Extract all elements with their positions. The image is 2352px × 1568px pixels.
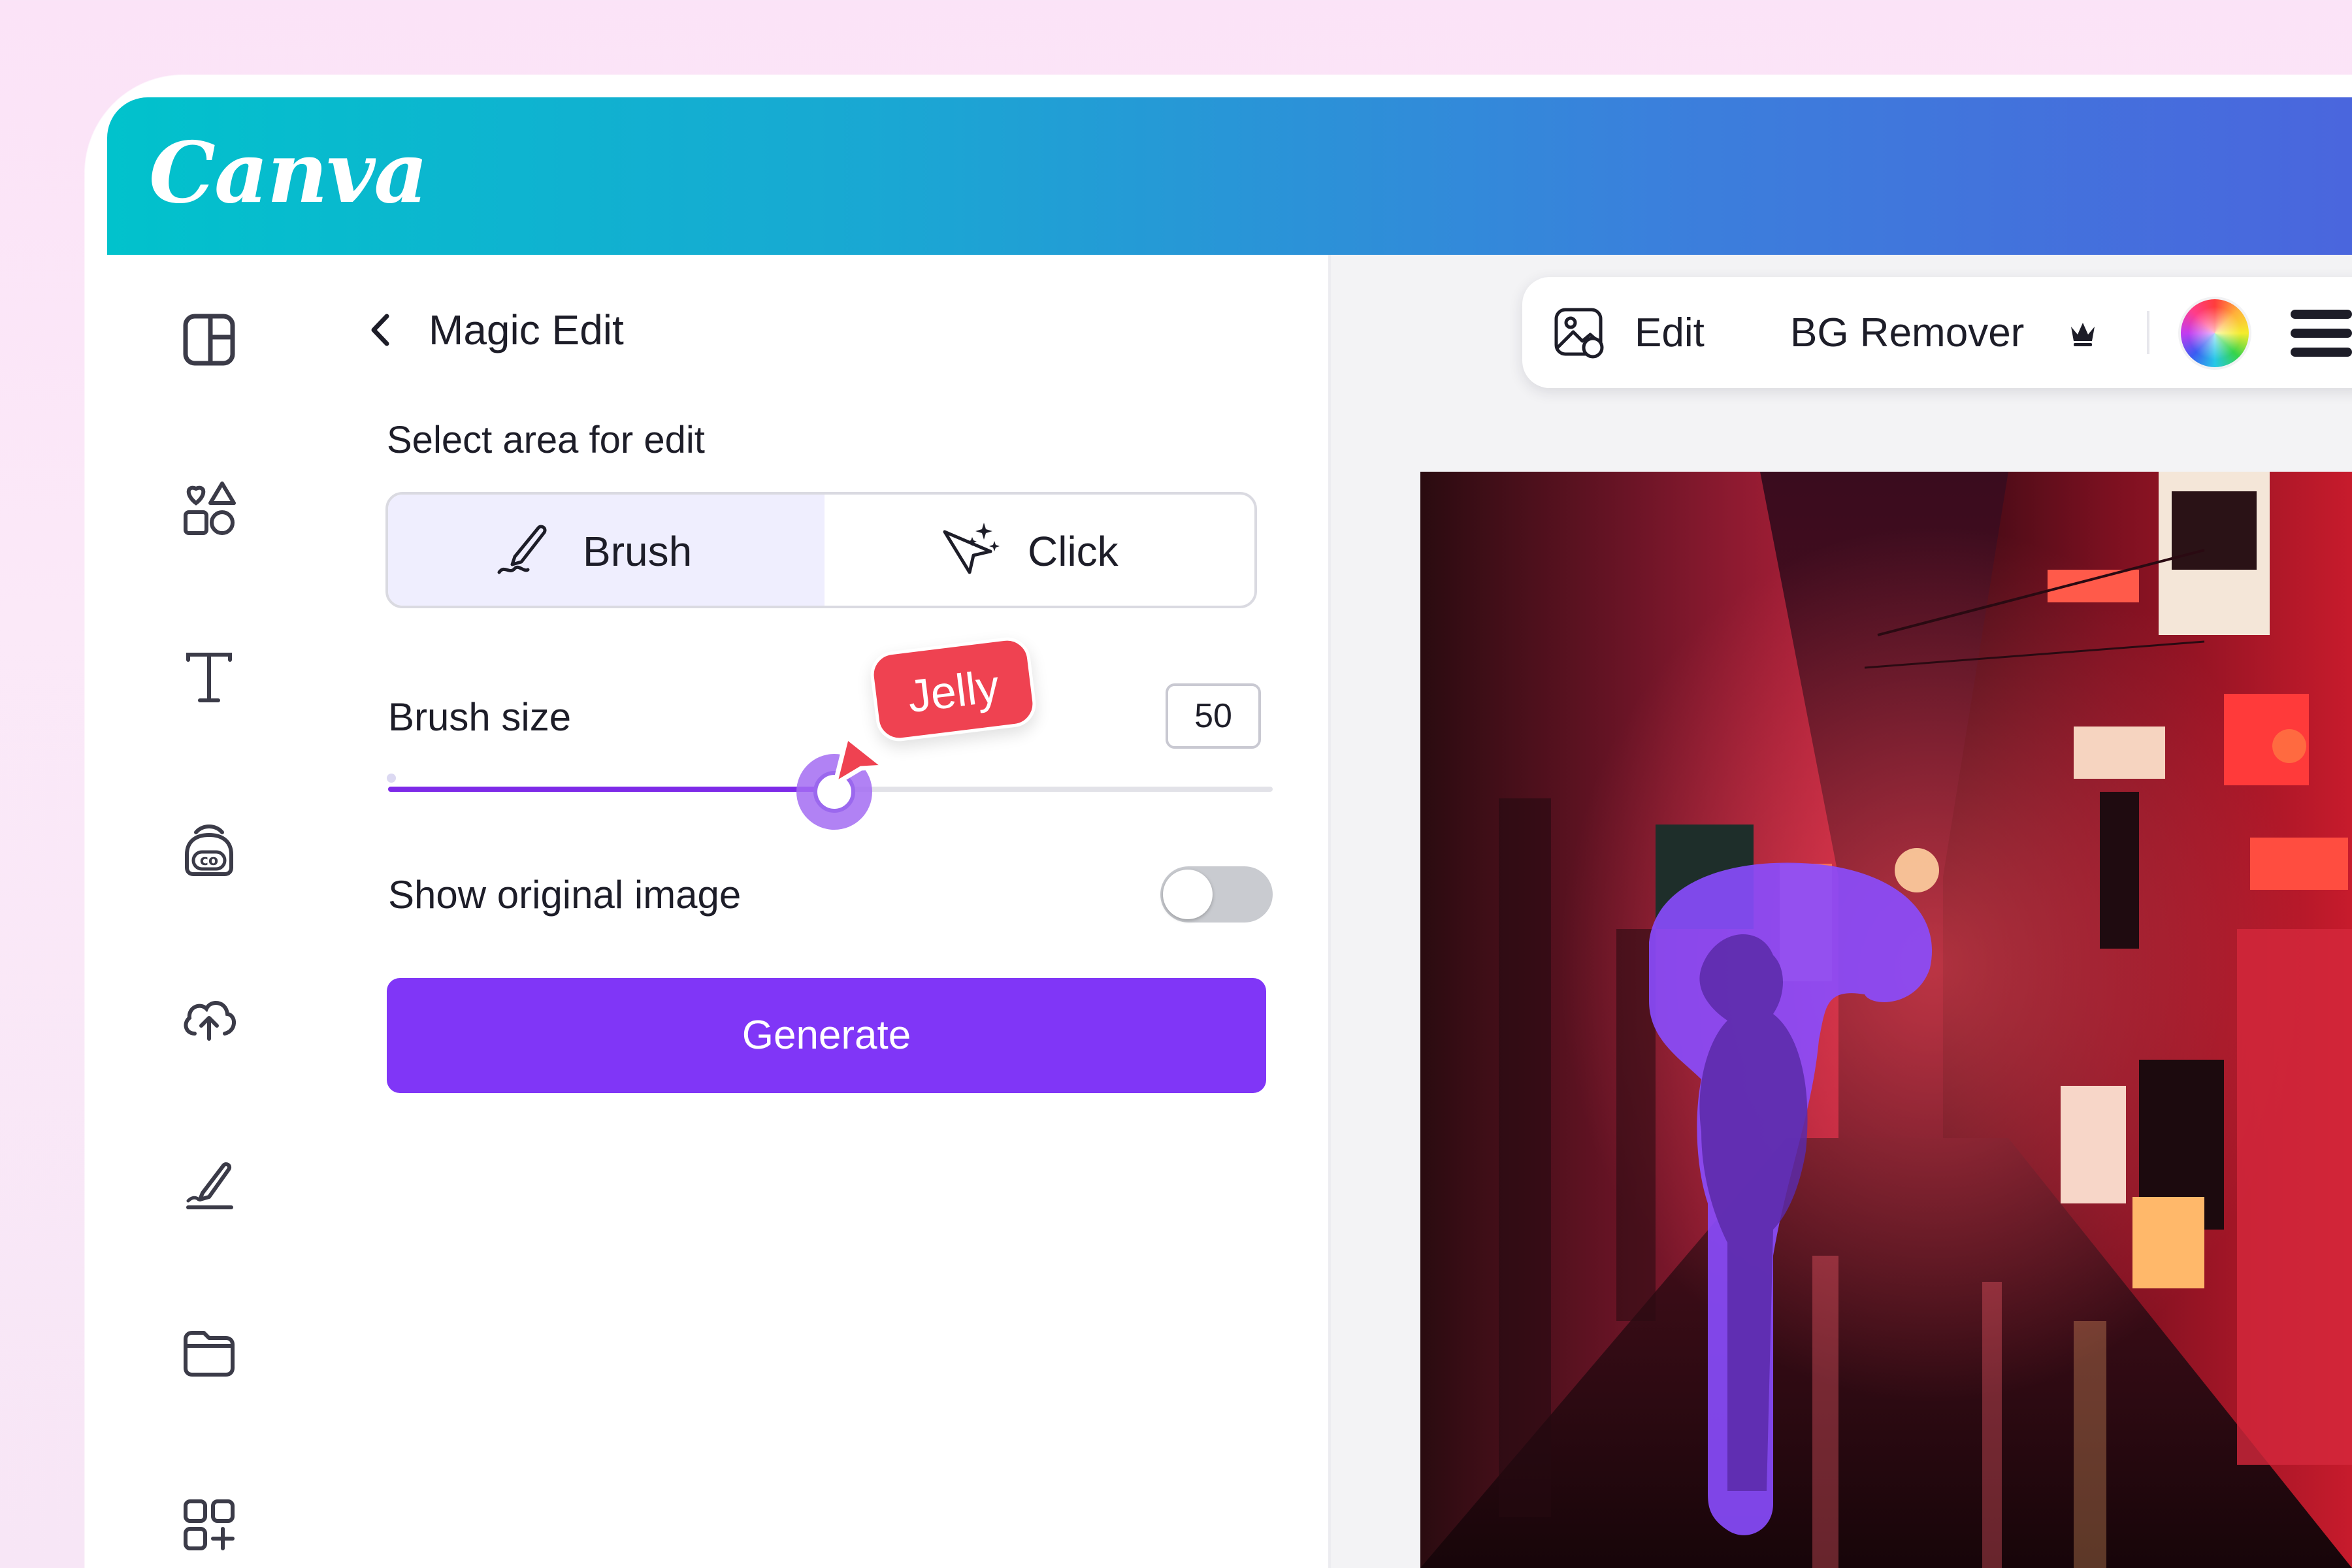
chevron-left-icon: [371, 314, 389, 346]
brush-size-label: Brush size: [388, 695, 572, 739]
canva-logo[interactable]: Canva: [149, 118, 428, 229]
panel-title: Magic Edit: [429, 306, 624, 353]
bg-remover-button[interactable]: BG Remover: [1790, 307, 2024, 359]
menu-icon[interactable]: [2291, 310, 2352, 357]
crown-icon: [2067, 318, 2099, 349]
elements-icon[interactable]: [176, 476, 242, 541]
brush-size-slider-fill: [388, 787, 834, 792]
uploads-icon[interactable]: [176, 983, 242, 1048]
canvas-photo[interactable]: [1420, 472, 2352, 1568]
app-header: [107, 97, 2352, 255]
edit-image-icon[interactable]: [1552, 304, 1607, 359]
apps-icon[interactable]: [176, 1492, 242, 1558]
projects-icon[interactable]: [176, 1320, 242, 1385]
toolbar-separator: [2147, 311, 2149, 354]
back-button[interactable]: [358, 307, 404, 353]
svg-text:co: co: [200, 853, 218, 869]
generate-button[interactable]: Generate: [387, 978, 1266, 1093]
brush-icon: [495, 519, 554, 578]
show-original-label: Show original image: [388, 873, 742, 917]
slider-start-dot: [387, 774, 396, 783]
color-picker-icon[interactable]: [2181, 299, 2249, 367]
text-icon[interactable]: [176, 644, 242, 710]
draw-icon[interactable]: [176, 1152, 242, 1218]
brand-icon[interactable]: co: [176, 817, 242, 882]
click-mode-label[interactable]: Click: [1028, 525, 1119, 578]
edit-button[interactable]: Edit: [1635, 307, 1705, 359]
toggle-knob[interactable]: [1163, 870, 1213, 919]
select-area-label: Select area for edit: [387, 419, 705, 461]
brush-size-input[interactable]: 50: [1166, 683, 1261, 749]
brush-mode-label[interactable]: Brush: [583, 525, 692, 578]
layout-icon[interactable]: [176, 307, 242, 372]
collaborator-cursor-icon: [825, 728, 896, 793]
sparkle-cursor-icon: [938, 519, 1001, 581]
